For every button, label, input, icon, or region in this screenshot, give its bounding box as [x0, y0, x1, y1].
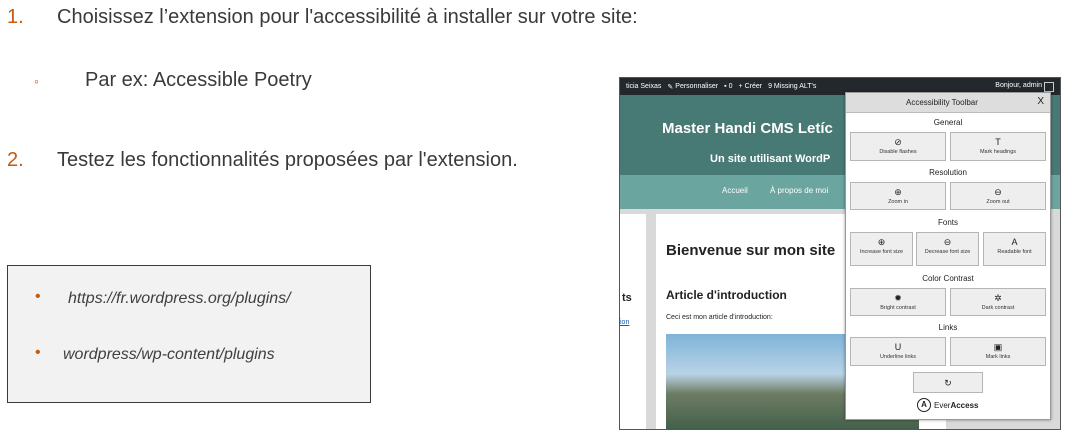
section-resolution: Resolution [929, 168, 967, 177]
site-title[interactable]: Master Handi CMS Letíc [662, 120, 833, 137]
plus-icon: + [738, 83, 743, 90]
plugins-folder: wordpress/wp-content/plugins [63, 346, 275, 363]
sidebar-title: ts [622, 292, 632, 304]
left-sidebar: ts ion [620, 214, 646, 429]
admin-greeting[interactable]: Bonjour, admin [995, 82, 1042, 89]
brush-icon: ✎ [667, 83, 674, 91]
dark-contrast-button[interactable]: ✲ Dark contrast [950, 288, 1046, 316]
section-color-contrast: Color Contrast [922, 274, 974, 283]
nav-about[interactable]: À propos de moi [770, 186, 828, 195]
underline-links-button[interactable]: U Underline links [850, 337, 946, 366]
step-1-text: Choisissez l’extension pour l'accessibil… [57, 6, 638, 28]
box-bullet: • [35, 344, 41, 361]
article-title[interactable]: Article d'introduction [666, 288, 787, 302]
sidebar-link[interactable]: ion [620, 319, 629, 326]
box-bullet: • [35, 288, 41, 305]
plus-circle-icon: ⊕ [877, 237, 886, 247]
zoom-out-icon: ⊖ [994, 187, 1002, 197]
missing-alt-link[interactable]: 9 Missing ALT's [768, 83, 816, 90]
underline-icon: U [894, 342, 902, 352]
welcome-heading: Bienvenue sur mon site [666, 242, 836, 259]
toolbar-title: Accessibility Toolbar [906, 98, 978, 107]
toolbar-header: Accessibility Toolbar X [846, 93, 1050, 113]
gear-icon: ✲ [994, 293, 1002, 303]
zoom-out-button[interactable]: ⊖ Zoom out [950, 182, 1046, 210]
plugins-path-box: • https://fr.wordpress.org/plugins/ • wo… [7, 265, 371, 403]
readable-font-button[interactable]: A Readable font [983, 232, 1046, 266]
mark-box-icon: ▣ [993, 342, 1003, 352]
admin-site-link[interactable]: ticia Seixas [626, 83, 661, 90]
step-2-number: 2. [7, 149, 24, 171]
section-links: Links [938, 323, 958, 332]
mark-headings-button[interactable]: T Mark headings [950, 132, 1046, 161]
accessibility-toolbar: Accessibility Toolbar X General ⊘ Disable… [845, 92, 1051, 420]
example-text: Par ex: Accessible Poetry [85, 69, 312, 91]
zoom-in-button[interactable]: ⊕ Zoom in [850, 182, 946, 210]
step-1-number: 1. [7, 6, 24, 28]
sun-icon: ✹ [894, 293, 902, 303]
eye-slash-icon: ⊘ [894, 137, 902, 147]
nav-home[interactable]: Accueil [722, 186, 748, 195]
decrease-font-button[interactable]: ⊖ Decrease font size [916, 232, 979, 266]
plugins-url: https://fr.wordpress.org/plugins/ [68, 290, 291, 307]
step-2-text: Testez les fonctionnalités proposées par… [57, 149, 518, 171]
minus-circle-icon: ⊖ [943, 237, 952, 247]
mark-links-button[interactable]: ▣ Mark links [950, 337, 1046, 366]
reset-button[interactable]: ↻ [913, 372, 983, 393]
customize-link[interactable]: Personnaliser [675, 83, 718, 90]
bright-contrast-button[interactable]: ✹ Bright contrast [850, 288, 946, 316]
site-tagline: Un site utilisant WordP [710, 153, 831, 165]
section-general: General [933, 118, 963, 127]
zoom-in-icon: ⊕ [894, 187, 902, 197]
avatar[interactable] [1044, 82, 1054, 92]
sub-bullet: ◦ [34, 73, 39, 89]
close-icon[interactable]: X [1037, 96, 1044, 107]
everaccess-logo: A Ever Access [917, 398, 978, 412]
comments-count[interactable]: 0 [729, 83, 733, 90]
font-icon: A [1011, 237, 1018, 247]
article-excerpt: Ceci est mon article d'introduction: [666, 314, 773, 321]
wordpress-screenshot: ticia Seixas ✎ Personnaliser ▪ 0 + Créer… [619, 77, 1061, 430]
comment-icon: ▪ [724, 83, 727, 90]
increase-font-button[interactable]: ⊕ Increase font size [850, 232, 913, 266]
heading-t-icon: T [995, 137, 1001, 147]
refresh-icon: ↻ [944, 378, 952, 388]
new-link[interactable]: Créer [745, 83, 763, 90]
disable-flashes-button[interactable]: ⊘ Disable flashes [850, 132, 946, 161]
section-fonts: Fonts [937, 218, 958, 227]
everaccess-icon: A [917, 398, 931, 412]
